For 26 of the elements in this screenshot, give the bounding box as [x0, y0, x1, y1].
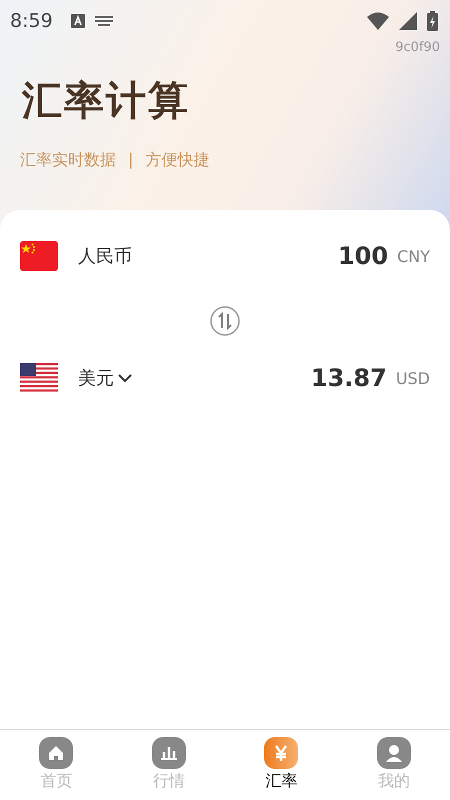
us-flag-icon[interactable]	[20, 363, 58, 393]
signal-icon	[399, 12, 417, 30]
battery-icon	[427, 11, 438, 31]
home-icon	[39, 737, 74, 769]
subtitle: 方便快捷	[145, 150, 210, 171]
currency-code: CNY	[397, 246, 430, 266]
tab-item[interactable]: 汇率	[225, 730, 338, 800]
status-time: 8:59	[10, 10, 53, 32]
user-icon	[376, 737, 411, 769]
wifi-icon	[367, 12, 389, 30]
keyboard-icon	[94, 16, 113, 26]
subtitle-separator: |	[128, 150, 134, 171]
currency-amount[interactable]: 100	[338, 242, 388, 270]
currency-amount[interactable]: 13.87	[310, 364, 387, 392]
currency-code: USD	[396, 368, 430, 388]
page-title: 汇率计算	[22, 77, 191, 126]
currency-name[interactable]: 人民币	[78, 244, 132, 268]
swap-icon[interactable]	[210, 306, 240, 336]
device-code: 9c0f90	[394, 40, 441, 55]
yen-icon	[264, 737, 298, 769]
keyboard-a-icon	[70, 14, 85, 28]
subtitle: 汇率实时数据	[20, 150, 116, 171]
china-flag-icon[interactable]	[20, 241, 58, 271]
currency-name[interactable]: 美元	[78, 366, 114, 390]
chevron-down-icon[interactable]	[118, 374, 132, 382]
bar-chart-icon	[152, 737, 186, 769]
